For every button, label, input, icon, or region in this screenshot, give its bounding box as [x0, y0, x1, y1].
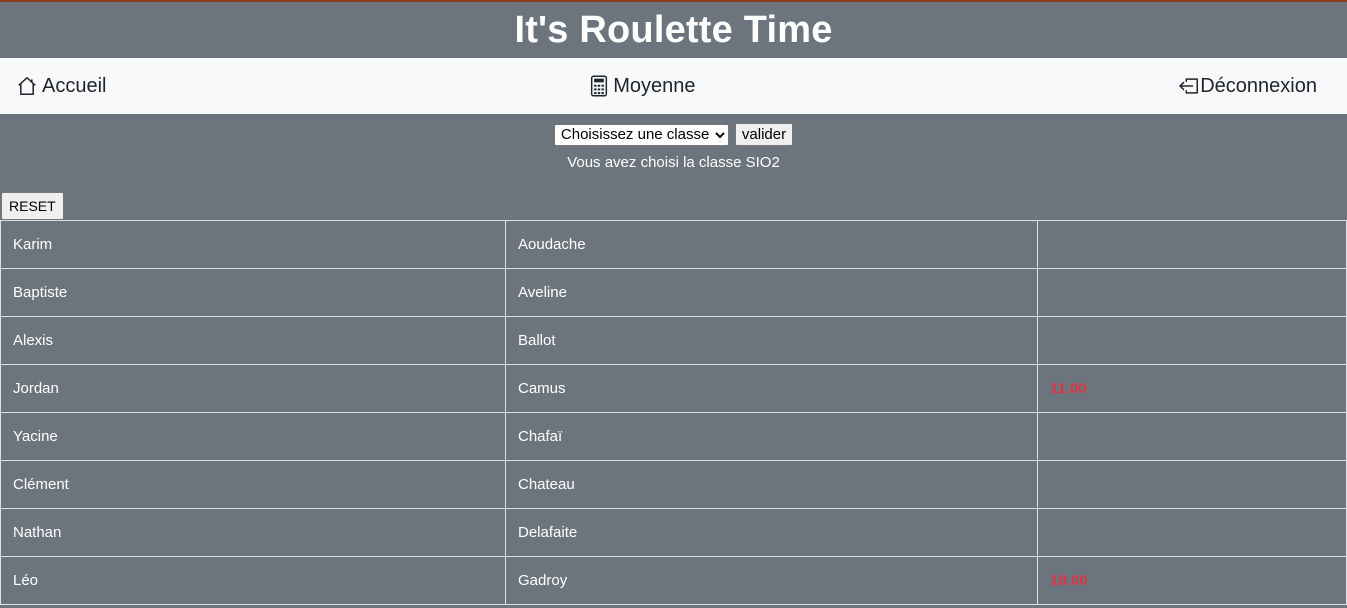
first-name-cell: Karim — [0, 220, 506, 269]
last-name-cell: Chafaï — [505, 412, 1038, 461]
class-select[interactable]: Choisissez une classe — [553, 123, 729, 146]
page-title: It's Roulette Time — [514, 8, 833, 51]
nav-home-label: Accueil — [42, 74, 107, 97]
grade-cell — [1037, 508, 1347, 557]
nav-logout-link[interactable]: Déconnexion — [1178, 75, 1317, 98]
first-name-cell: Baptiste — [0, 268, 506, 317]
table-row: Jordan Camus 11.00 — [0, 364, 1347, 413]
table-row: Yacine Chafaï — [0, 412, 1347, 461]
grade-cell — [1037, 220, 1347, 269]
first-name-cell: Léo — [0, 556, 506, 605]
first-name-cell: Yacine — [0, 412, 506, 461]
last-name-cell: Camus — [505, 364, 1038, 413]
nav-logout-label: Déconnexion — [1200, 74, 1317, 97]
page-header: It's Roulette Time — [0, 2, 1347, 58]
validate-button[interactable]: valider — [734, 123, 794, 146]
class-selection: Choisissez une classe valider Vous avez … — [0, 114, 1347, 171]
first-name-cell: Alexis — [0, 316, 506, 365]
table-row: Alexis Ballot — [0, 316, 1347, 365]
first-name-cell: Nathan — [0, 508, 506, 557]
grade-cell — [1037, 460, 1347, 509]
students-table: Karim Aoudache Baptiste Aveline Alexis B… — [0, 220, 1347, 605]
nav-average-link[interactable]: Moyenne — [589, 74, 696, 98]
last-name-cell: Aveline — [505, 268, 1038, 317]
table-row: Karim Aoudache — [0, 220, 1347, 269]
last-name-cell: Ballot — [505, 316, 1038, 365]
table-row: Nathan Delafaite — [0, 508, 1347, 557]
last-name-cell: Chateau — [505, 460, 1038, 509]
grade-cell — [1037, 268, 1347, 317]
navbar: Accueil Moyenne Déconnexion — [0, 58, 1347, 114]
chosen-class-text: Vous avez choisi la classe SIO2 — [567, 154, 780, 171]
first-name-cell: Jordan — [0, 364, 506, 413]
nav-home-link[interactable]: Accueil — [16, 75, 106, 98]
last-name-cell: Delafaite — [505, 508, 1038, 557]
last-name-cell: Gadroy — [505, 556, 1038, 605]
table-row: Léo Gadroy 18.00 — [0, 556, 1347, 605]
grade-cell: 11.00 — [1037, 364, 1347, 413]
reset-button[interactable]: RESET — [1, 192, 64, 220]
grade-cell: 18.00 — [1037, 556, 1347, 605]
box-arrow-left-icon — [1178, 75, 1200, 97]
grade-cell — [1037, 412, 1347, 461]
grade-cell — [1037, 316, 1347, 365]
table-row: Baptiste Aveline — [0, 268, 1347, 317]
nav-average-label: Moyenne — [613, 74, 696, 97]
house-icon — [16, 75, 38, 97]
calculator-icon — [589, 75, 609, 97]
table-row: Clément Chateau — [0, 460, 1347, 509]
first-name-cell: Clément — [0, 460, 506, 509]
last-name-cell: Aoudache — [505, 220, 1038, 269]
